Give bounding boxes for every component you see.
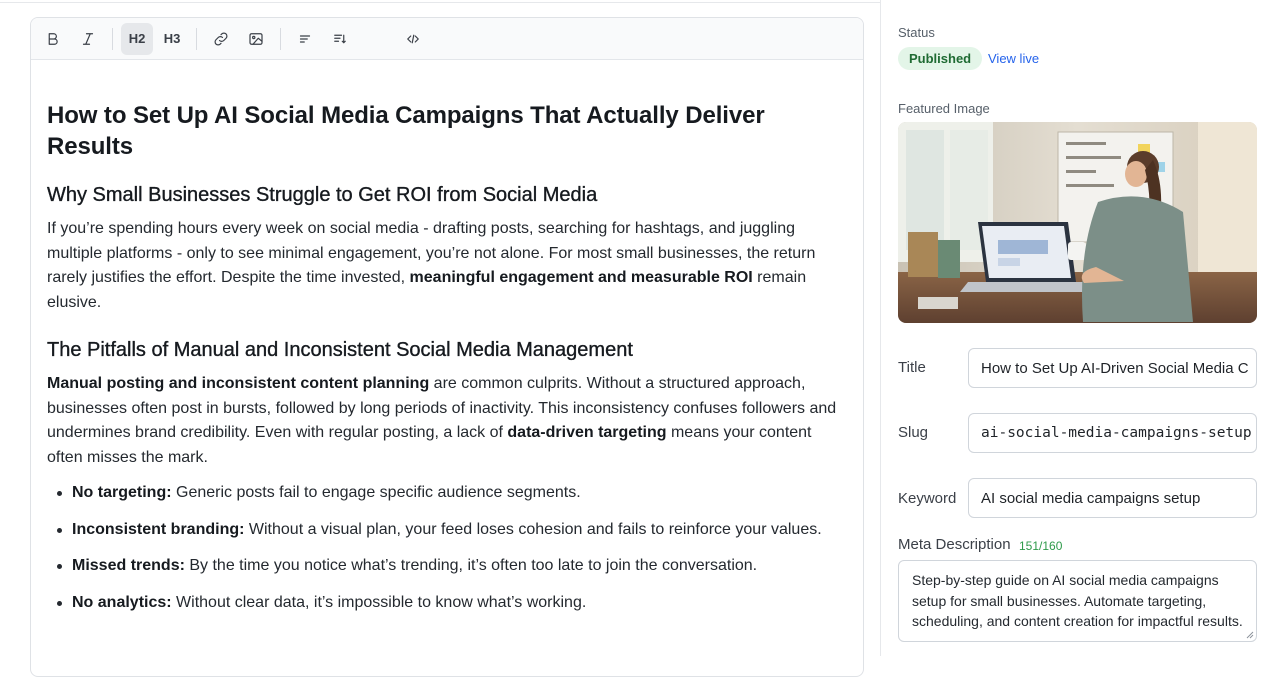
link-icon (214, 32, 228, 45)
meta-description-textarea[interactable]: Step-by-step guide on AI social media ca… (898, 560, 1257, 642)
code-icon (407, 34, 419, 43)
italic-button[interactable] (72, 23, 104, 55)
bold-text: No analytics: (72, 593, 172, 611)
paragraph: If you’re spending hours every week on s… (47, 217, 847, 315)
link-button[interactable] (205, 23, 237, 55)
keyword-input[interactable]: AI social media campaigns setup (968, 478, 1257, 518)
rich-text-editor: H2 H3 How to Set Up AI Social Media Camp… (30, 17, 864, 677)
featured-image-label: Featured Image (898, 101, 990, 116)
featured-image[interactable] (898, 122, 1257, 323)
italic-icon (82, 32, 94, 45)
list-item-text: Without clear data, it’s impossible to k… (171, 593, 587, 611)
image-icon (249, 32, 263, 45)
status-badge: Published (898, 47, 983, 70)
editor-content[interactable]: How to Set Up AI Social Media Campaigns … (31, 60, 863, 615)
meta-description-label: Meta Description (898, 536, 1011, 553)
heading-2-button[interactable]: H2 (121, 22, 153, 55)
align-button[interactable] (289, 23, 321, 55)
title-input[interactable]: How to Set Up AI-Driven Social Media C (968, 348, 1257, 388)
meta-character-count: 151/160 (1019, 539, 1063, 553)
resize-handle-icon[interactable] (1246, 631, 1254, 639)
meta-description-text: Step-by-step guide on AI social media ca… (912, 572, 1243, 629)
heading-3-button[interactable]: H3 (156, 23, 188, 55)
view-live-link[interactable]: View live (988, 51, 1039, 66)
title-label: Title (898, 359, 926, 376)
section-heading: The Pitfalls of Manual and Inconsistent … (47, 339, 633, 361)
bold-text: No targeting: (72, 484, 172, 501)
list-item-text: By the time you notice what’s trending, … (184, 557, 758, 574)
bold-icon (48, 32, 58, 45)
align-left-icon (299, 34, 311, 43)
featured-image-photo (898, 122, 1257, 323)
slug-label: Slug (898, 424, 929, 441)
list-item: Missed trends: By the time you notice wh… (57, 554, 847, 579)
post-settings-sidebar: Status Published View live Featured Imag… (880, 0, 1280, 656)
bold-text: Missed trends: (72, 557, 185, 574)
list-item: Inconsistent branding: Without a visual … (57, 518, 847, 543)
image-button[interactable] (240, 23, 272, 55)
list-item-text: Generic posts fail to engage specific au… (171, 484, 581, 501)
toolbar-divider (280, 27, 281, 50)
list-item-text: Without a visual plan, your feed loses c… (244, 520, 822, 538)
bullet-list: No targeting: Generic posts fail to enga… (47, 481, 847, 615)
list-item: No targeting: Generic posts fail to enga… (57, 481, 847, 506)
status-label: Status (898, 25, 935, 40)
bold-text: data-driven targeting (507, 424, 667, 441)
bold-text: meaningful engagement and measurable ROI (409, 269, 753, 286)
toolbar-divider (196, 27, 197, 50)
keyword-label: Keyword (898, 490, 957, 507)
code-button[interactable] (397, 23, 429, 55)
editor-toolbar: H2 H3 (31, 18, 863, 60)
article-title: How to Set Up AI Social Media Campaigns … (47, 102, 765, 160)
list-item: No analytics: Without clear data, it’s i… (57, 591, 847, 616)
bold-text: Manual posting and inconsistent content … (47, 375, 430, 392)
bold-text: Inconsistent branding: (72, 520, 245, 538)
ordered-list-icon (334, 34, 346, 43)
toolbar-divider (112, 27, 113, 50)
list-button[interactable] (324, 23, 356, 55)
bold-button[interactable] (37, 23, 69, 55)
section-heading: Why Small Businesses Struggle to Get ROI… (47, 184, 598, 206)
slug-input[interactable]: ai-social-media-campaigns-setup (968, 413, 1257, 453)
paragraph: Manual posting and inconsistent content … (47, 372, 847, 470)
